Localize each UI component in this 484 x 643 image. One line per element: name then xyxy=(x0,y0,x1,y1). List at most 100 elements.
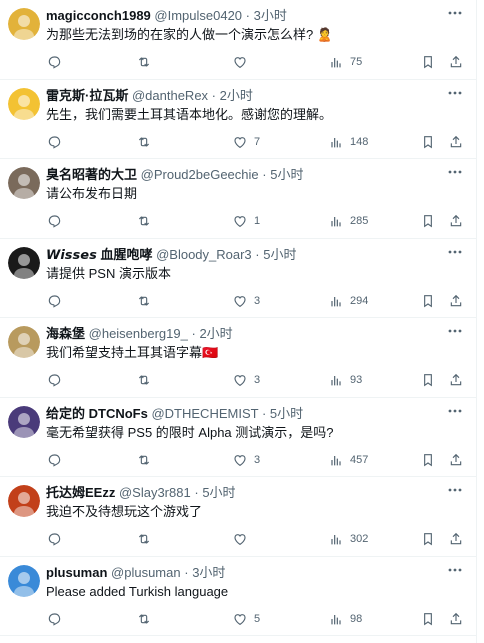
retweet-button[interactable] xyxy=(136,530,158,548)
retweet-button[interactable] xyxy=(136,212,158,230)
timestamp[interactable]: 5小时 xyxy=(270,167,303,182)
like-count: 3 xyxy=(254,294,261,307)
share-button[interactable] xyxy=(448,451,464,469)
user-handle[interactable]: @heisenberg19_ xyxy=(89,326,188,341)
share-button[interactable] xyxy=(448,133,464,151)
display-name[interactable]: magicconch1989 xyxy=(46,8,151,23)
views-button[interactable]: 294 xyxy=(328,292,368,310)
more-icon[interactable] xyxy=(446,243,464,261)
share-icon xyxy=(450,294,462,306)
display-name[interactable]: 海森堡 xyxy=(46,326,85,341)
like-button[interactable]: 5 xyxy=(232,610,260,628)
avatar[interactable] xyxy=(8,326,40,358)
reply-button[interactable] xyxy=(46,133,68,151)
user-handle[interactable]: @Impulse0420 xyxy=(154,8,242,23)
reply-button[interactable] xyxy=(46,371,68,389)
user-handle[interactable]: @plusuman xyxy=(111,565,181,580)
timestamp[interactable]: 5小时 xyxy=(263,247,296,262)
views-button[interactable]: 302 xyxy=(328,530,368,548)
avatar[interactable] xyxy=(8,8,40,40)
like-button[interactable] xyxy=(232,530,254,548)
reply-button[interactable] xyxy=(46,292,68,310)
more-icon[interactable] xyxy=(446,402,464,420)
timestamp[interactable]: 3小时 xyxy=(192,565,225,580)
more-icon[interactable] xyxy=(446,561,464,579)
avatar[interactable] xyxy=(8,167,40,199)
reply-item[interactable]: magicconch1989 @Impulse0420 · 3小时 为那些无法到… xyxy=(0,0,476,80)
reply-item[interactable]: 海森堡 @heisenberg19_ · 2小时 我们希望支持土耳其语字幕🇹🇷 … xyxy=(0,318,476,398)
user-handle[interactable]: @dantheRex xyxy=(132,88,208,103)
bookmark-button[interactable] xyxy=(420,292,436,310)
display-name[interactable]: 给定的 DTCNoFs xyxy=(46,406,148,421)
like-button[interactable]: 1 xyxy=(232,212,260,230)
retweet-icon xyxy=(138,454,150,465)
bookmark-button[interactable] xyxy=(420,451,436,469)
reply-item[interactable]: 𝙒𝙞𝙨𝙨𝙚𝙨 血腥咆哮 @Bloody_Roar3 · 5小时 请提供 PSN … xyxy=(0,239,476,318)
user-handle[interactable]: @Slay3r881 xyxy=(119,485,191,500)
display-name[interactable]: 雷克斯·拉瓦斯 xyxy=(46,88,128,103)
user-handle[interactable]: @Proud2beGeechie xyxy=(141,167,259,182)
timestamp[interactable]: 2小时 xyxy=(199,326,232,341)
display-name[interactable]: plusuman xyxy=(46,565,107,580)
views-button[interactable]: 93 xyxy=(328,371,362,389)
display-name[interactable]: 托达姆EEzz xyxy=(46,485,115,500)
views-button[interactable]: 285 xyxy=(328,212,368,230)
retweet-button[interactable] xyxy=(136,371,158,389)
reply-item[interactable]: 臭名昭著的大卫 @Proud2beGeechie · 5小时 请公布发布日期 1 xyxy=(0,159,476,239)
avatar[interactable] xyxy=(8,564,40,597)
avatar[interactable] xyxy=(8,485,40,517)
bookmark-button[interactable] xyxy=(420,530,436,548)
bookmark-button[interactable] xyxy=(420,610,436,628)
like-button[interactable]: 7 xyxy=(232,133,260,151)
more-icon[interactable] xyxy=(446,322,464,340)
views-button[interactable]: 457 xyxy=(328,451,368,469)
bookmark-button[interactable] xyxy=(420,133,436,151)
like-button[interactable]: 3 xyxy=(232,451,260,469)
views-button[interactable]: 98 xyxy=(328,610,362,628)
views-button[interactable]: 75 xyxy=(328,53,362,71)
reply-button[interactable] xyxy=(46,53,68,71)
reply-item[interactable]: 雷克斯·拉瓦斯 @dantheRex · 2小时 先生，我们需要土耳其语本地化。… xyxy=(0,80,476,159)
reply-item[interactable]: 托达姆EEzz @Slay3r881 · 5小时 我迫不及待想玩这个游戏了 30… xyxy=(0,477,476,557)
retweet-button[interactable] xyxy=(136,451,158,469)
share-button[interactable] xyxy=(448,53,464,71)
share-button[interactable] xyxy=(448,212,464,230)
timestamp[interactable]: 5小时 xyxy=(270,406,303,421)
reply-button[interactable] xyxy=(46,451,68,469)
reply-button[interactable] xyxy=(46,530,68,548)
views-button[interactable]: 148 xyxy=(328,133,368,151)
more-icon[interactable] xyxy=(446,481,464,499)
reply-item[interactable]: plusuman @plusuman · 3小时 Please added Tu… xyxy=(0,557,476,636)
more-icon[interactable] xyxy=(446,163,464,181)
retweet-button[interactable] xyxy=(136,53,158,71)
share-button[interactable] xyxy=(448,371,464,389)
user-handle[interactable]: @DTHECHEMIST xyxy=(151,406,258,421)
avatar[interactable] xyxy=(8,87,40,120)
bookmark-button[interactable] xyxy=(420,212,436,230)
views-count: 148 xyxy=(350,135,369,148)
bookmark-button[interactable] xyxy=(420,53,436,71)
avatar[interactable] xyxy=(8,405,40,438)
retweet-button[interactable] xyxy=(136,292,158,310)
display-name[interactable]: 𝙒𝙞𝙨𝙨𝙚𝙨 血腥咆哮 xyxy=(46,247,152,262)
more-icon[interactable] xyxy=(446,4,464,22)
retweet-button[interactable] xyxy=(136,133,158,151)
timestamp[interactable]: 5小时 xyxy=(202,485,235,500)
retweet-button[interactable] xyxy=(136,610,158,628)
bookmark-button[interactable] xyxy=(420,371,436,389)
share-button[interactable] xyxy=(448,292,464,310)
reply-button[interactable] xyxy=(46,610,68,628)
share-button[interactable] xyxy=(448,530,464,548)
share-button[interactable] xyxy=(448,610,464,628)
user-handle[interactable]: @Bloody_Roar3 xyxy=(156,247,252,262)
like-button[interactable] xyxy=(232,53,254,71)
like-button[interactable]: 3 xyxy=(232,371,260,389)
timestamp[interactable]: 3小时 xyxy=(254,8,287,23)
like-button[interactable]: 3 xyxy=(232,292,260,310)
avatar[interactable] xyxy=(8,246,40,279)
reply-button[interactable] xyxy=(46,212,68,230)
more-icon[interactable] xyxy=(446,84,464,102)
reply-item[interactable]: 给定的 DTCNoFs @DTHECHEMIST · 5小时 毫无希望获得 PS… xyxy=(0,398,476,477)
display-name[interactable]: 臭名昭著的大卫 xyxy=(46,167,137,182)
timestamp[interactable]: 2小时 xyxy=(220,88,253,103)
